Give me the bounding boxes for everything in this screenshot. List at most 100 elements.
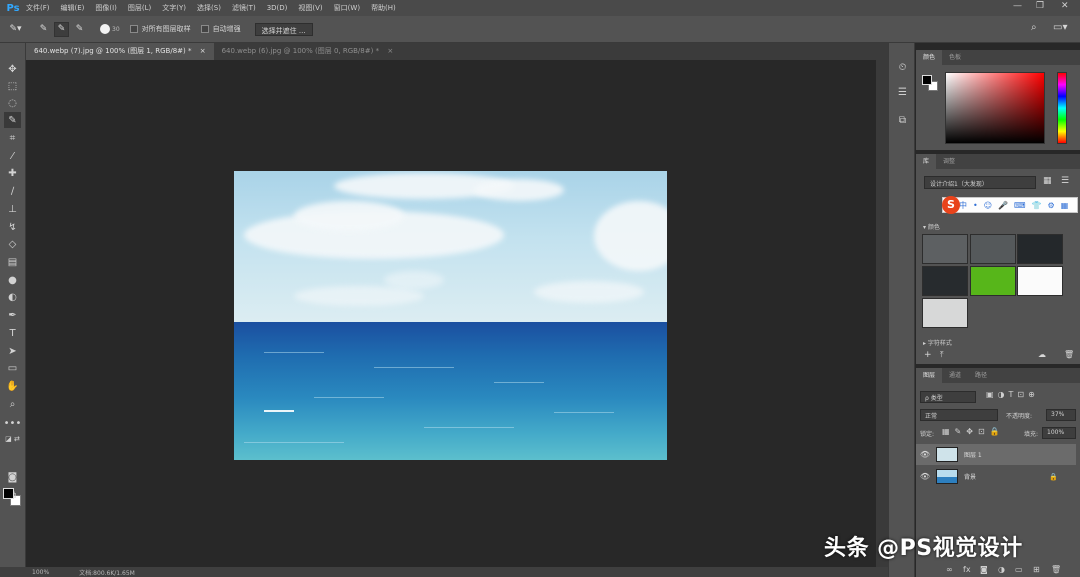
select-and-mask-button[interactable]: 选择并遮住 ... bbox=[254, 22, 313, 36]
opacity-input[interactable]: 37% bbox=[1046, 409, 1076, 421]
swatch-5[interactable] bbox=[970, 266, 1016, 296]
ime-punct-icon[interactable]: • bbox=[973, 201, 978, 210]
section-character-styles[interactable]: ▸ 字符样式 bbox=[923, 338, 952, 347]
menu-filter[interactable]: 滤镜(T) bbox=[232, 3, 256, 13]
tab-document-6[interactable]: 640.webp (6).jpg @ 100% (图层 0, RGB/8#) *… bbox=[214, 43, 402, 60]
menu-edit[interactable]: 编辑(E) bbox=[61, 3, 85, 13]
swatch-1[interactable] bbox=[922, 234, 968, 264]
layer-row[interactable]: 👁 背景 🔒 bbox=[916, 466, 1076, 487]
restore-button[interactable]: ❐ bbox=[1036, 1, 1044, 11]
new-selection-icon[interactable]: ✎ bbox=[36, 22, 51, 37]
subtract-from-selection-icon[interactable]: ✎ bbox=[72, 22, 87, 37]
zoom-level[interactable]: 100% bbox=[32, 569, 49, 576]
properties-icon[interactable]: ☰ bbox=[895, 85, 910, 100]
ime-toolbar[interactable]: 中 • ☺ 🎤 ⌨ 👕 ⚙ ▦ bbox=[942, 197, 1078, 213]
tab-paths[interactable]: 路径 bbox=[968, 368, 994, 383]
new-layer-icon[interactable]: ⊞ bbox=[1033, 565, 1040, 574]
workspace-icon[interactable]: ▭▾ bbox=[1053, 22, 1067, 33]
close-button[interactable]: ✕ bbox=[1061, 1, 1069, 11]
tab-layers[interactable]: 图层 bbox=[916, 368, 943, 383]
tab-document-7[interactable]: 640.webp (7).jpg @ 100% (图层 1, RGB/8#) *… bbox=[26, 43, 214, 60]
search-icon[interactable]: ⌕ bbox=[1031, 22, 1037, 33]
cloud-icon[interactable]: ☁ bbox=[1038, 350, 1046, 359]
brush-preview-icon[interactable] bbox=[100, 24, 110, 34]
layer-name[interactable]: 背景 bbox=[964, 472, 976, 481]
add-content-icon[interactable]: + bbox=[924, 350, 932, 360]
tab-channels[interactable]: 通道 bbox=[942, 368, 968, 383]
menu-select[interactable]: 选择(S) bbox=[197, 3, 221, 13]
tab-swatches[interactable]: 色板 bbox=[942, 50, 968, 65]
close-tab-icon[interactable]: × bbox=[200, 47, 206, 55]
menu-image[interactable]: 图像(I) bbox=[95, 3, 117, 13]
close-tab-icon[interactable]: × bbox=[387, 47, 393, 55]
ime-chinese-icon[interactable]: 中 bbox=[959, 200, 967, 211]
blend-mode-select[interactable]: 正常 bbox=[920, 409, 998, 421]
history-icon[interactable]: ⏲ bbox=[895, 60, 910, 75]
menu-window[interactable]: 窗口(W) bbox=[334, 3, 360, 13]
ime-skin-icon[interactable]: 👕 bbox=[1032, 201, 1042, 210]
layer-row[interactable]: 👁 图层 1 bbox=[916, 444, 1076, 465]
menu-help[interactable]: 帮助(H) bbox=[371, 3, 396, 13]
swatch-4[interactable] bbox=[922, 266, 968, 296]
auto-enhance-checkbox[interactable]: 自动增强 bbox=[200, 24, 241, 34]
grid-view-icon[interactable]: ▦ bbox=[1043, 176, 1052, 186]
gradient-tool-icon[interactable]: ▤ bbox=[4, 254, 21, 270]
section-colors[interactable]: ▾ 颜色 bbox=[923, 222, 940, 231]
adjust-icon[interactable]: ⧉ bbox=[895, 113, 910, 128]
swatch-6[interactable] bbox=[1017, 266, 1063, 296]
hue-slider[interactable] bbox=[1057, 72, 1067, 144]
vertical-scrollbar[interactable] bbox=[876, 60, 888, 567]
ime-voice-icon[interactable]: 🎤 bbox=[998, 201, 1008, 210]
add-mask-icon[interactable]: ◙ bbox=[980, 565, 988, 574]
eraser-tool-icon[interactable]: ◇ bbox=[4, 236, 21, 252]
ime-emoji-icon[interactable]: ☺ bbox=[984, 201, 992, 210]
delete-layer-icon[interactable]: 🗑 bbox=[1051, 565, 1061, 574]
panel-foreground-color[interactable] bbox=[922, 75, 932, 85]
ime-toolbox-icon[interactable]: ▦ bbox=[1061, 201, 1069, 210]
lasso-tool-icon[interactable]: ◌ bbox=[4, 95, 21, 111]
menu-file[interactable]: 文件(F) bbox=[26, 3, 50, 13]
layer-kind-filter[interactable]: ρ 类型 bbox=[920, 391, 976, 403]
list-view-icon[interactable]: ☰ bbox=[1061, 176, 1069, 186]
visibility-eye-icon[interactable]: 👁 bbox=[916, 472, 934, 481]
crop-tool-icon[interactable]: ⌗ bbox=[4, 130, 21, 146]
ime-settings-icon[interactable]: ⚙ bbox=[1048, 201, 1055, 210]
type-tool-icon[interactable]: T bbox=[4, 325, 21, 341]
path-selection-icon[interactable]: ➤ bbox=[4, 343, 21, 359]
layer-style-icon[interactable]: fx bbox=[963, 565, 971, 574]
quick-selection-tool-icon[interactable]: ✎ bbox=[4, 112, 21, 128]
menu-3d[interactable]: 3D(D) bbox=[267, 4, 288, 12]
color-picker-field[interactable] bbox=[945, 72, 1045, 144]
minimize-button[interactable]: — bbox=[1013, 1, 1022, 11]
clone-stamp-icon[interactable]: ⊥ bbox=[4, 201, 21, 217]
layer-name[interactable]: 图层 1 bbox=[964, 450, 982, 459]
menu-type[interactable]: 文字(Y) bbox=[162, 3, 186, 13]
lock-icons[interactable]: ▦✎✥⊡🔒 bbox=[942, 427, 1005, 436]
marquee-tool-icon[interactable]: ⬚ bbox=[4, 78, 21, 94]
link-layers-icon[interactable]: ∞ bbox=[946, 565, 953, 574]
foreground-color[interactable] bbox=[3, 488, 14, 499]
fill-input[interactable]: 100% bbox=[1042, 427, 1076, 439]
quick-mask-icon[interactable]: ◙ bbox=[4, 469, 21, 485]
move-tool-icon[interactable]: ✥ bbox=[4, 61, 21, 77]
tab-adjustments[interactable]: 调整 bbox=[936, 154, 962, 169]
rectangle-tool-icon[interactable]: ▭ bbox=[4, 360, 21, 376]
trash-icon[interactable]: 🗑 bbox=[1064, 350, 1074, 359]
quick-selection-preset-icon[interactable]: ✎▾ bbox=[8, 22, 23, 37]
ime-keyboard-icon[interactable]: ⌨ bbox=[1014, 201, 1026, 210]
brush-tool-icon[interactable]: ∕ bbox=[4, 183, 21, 199]
library-select[interactable]: 设计介绍1（大发现） bbox=[924, 176, 1036, 189]
visibility-eye-icon[interactable]: 👁 bbox=[916, 450, 934, 459]
sample-all-layers-checkbox[interactable]: 对所有图层取样 bbox=[129, 24, 191, 34]
adjustment-layer-icon[interactable]: ◑ bbox=[998, 565, 1005, 574]
add-to-selection-icon[interactable]: ✎ bbox=[54, 21, 69, 37]
healing-brush-icon[interactable]: ✚ bbox=[4, 165, 21, 181]
new-group-icon[interactable]: ▭ bbox=[1015, 565, 1023, 574]
dodge-tool-icon[interactable]: ◐ bbox=[4, 289, 21, 305]
upload-icon[interactable]: ⤒ bbox=[940, 350, 944, 360]
menu-layer[interactable]: 图层(L) bbox=[128, 3, 151, 13]
more-tools-icon[interactable]: ••• bbox=[4, 415, 22, 431]
swatch-7[interactable] bbox=[922, 298, 968, 328]
menu-view[interactable]: 视图(V) bbox=[298, 3, 322, 13]
brush-size[interactable]: 30 bbox=[112, 26, 120, 33]
